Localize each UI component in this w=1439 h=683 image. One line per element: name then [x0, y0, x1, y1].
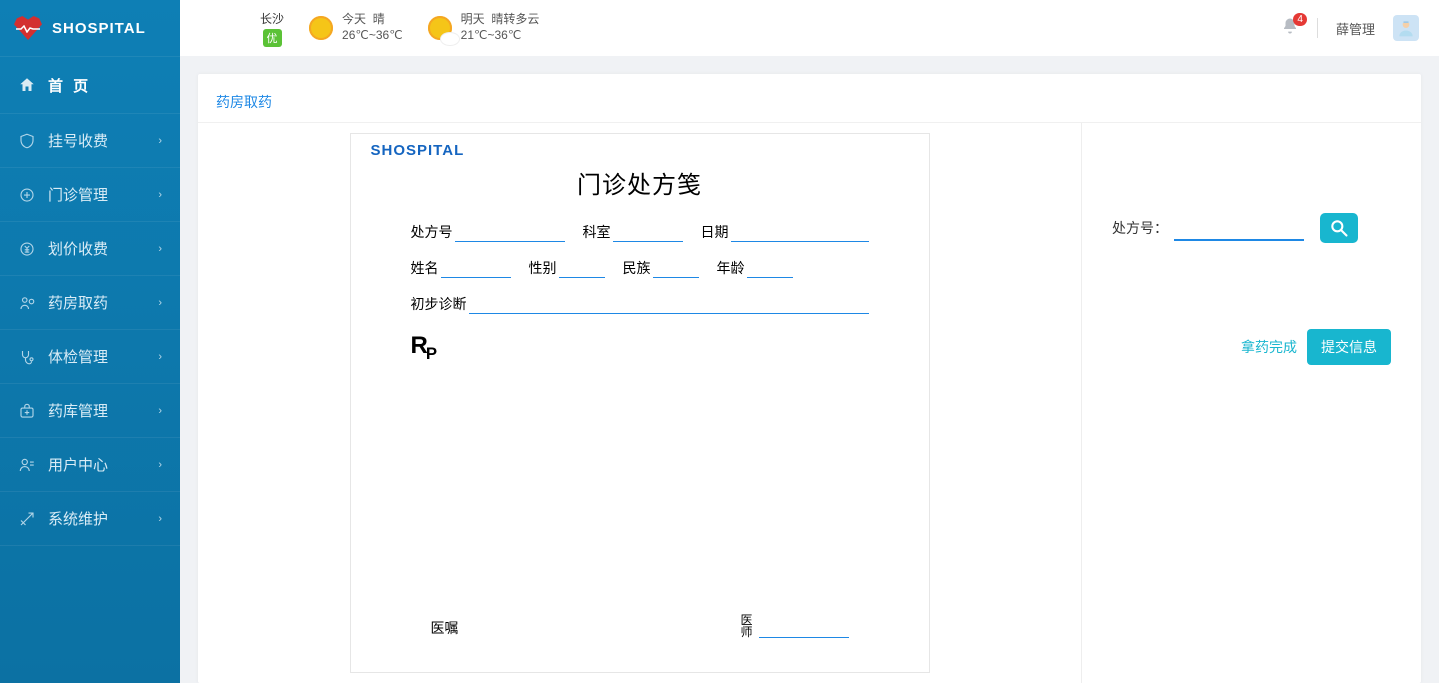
- rx-no-value: [455, 222, 565, 242]
- sidebar-item-pricing[interactable]: 划价收费 ›: [0, 222, 180, 276]
- rx-sex-value: [559, 258, 605, 278]
- home-icon: [18, 76, 36, 94]
- sun-icon: [306, 13, 336, 43]
- sidebar-item-pharmacy[interactable]: 药房取药 ›: [0, 276, 180, 330]
- chevron-right-icon: ›: [158, 405, 162, 417]
- rx-body-area: [371, 364, 909, 614]
- rx-nation-value: [653, 258, 699, 278]
- chevron-right-icon: ›: [158, 513, 162, 525]
- rx-age-label: 年龄: [717, 258, 745, 278]
- sidebar-item-checkup[interactable]: 体检管理 ›: [0, 330, 180, 384]
- sidebar-item-label: 首 页: [48, 75, 162, 96]
- rx-doctor-label: 医师: [740, 614, 752, 638]
- rx-nation-label: 民族: [623, 258, 651, 278]
- sidebar-item-label: 挂号收费: [48, 130, 146, 151]
- search-button[interactable]: [1320, 213, 1358, 243]
- chevron-right-icon: ›: [158, 459, 162, 471]
- weather: 长沙 优 今天 晴 26℃~36℃ 明天 晴转多云 21℃~36℃: [260, 10, 539, 47]
- rx-advice-label: 医嘱: [431, 618, 459, 638]
- rx-doctor-value: [759, 618, 849, 638]
- logo-heart-icon: [14, 16, 42, 40]
- current-user[interactable]: 薛管理: [1336, 19, 1375, 38]
- user-icon: [18, 456, 36, 474]
- rx-dept-value: [613, 222, 683, 242]
- topbar: 长沙 优 今天 晴 26℃~36℃ 明天 晴转多云 21℃~36℃ 4 薛管理: [180, 0, 1439, 56]
- sidebar-item-label: 门诊管理: [48, 184, 146, 205]
- plus-icon: [18, 186, 36, 204]
- shield-icon: [18, 132, 36, 150]
- sidebar-item-register[interactable]: 挂号收费 ›: [0, 114, 180, 168]
- rx-dx-label: 初步诊断: [411, 294, 467, 314]
- panel-title: 药房取药: [198, 74, 1421, 122]
- rx-no-label: 处方号: [411, 222, 453, 242]
- prescription-no-input[interactable]: [1174, 215, 1304, 241]
- sidebar-item-label: 药房取药: [48, 292, 146, 313]
- prescription-pane: SHOSPITAL 门诊处方笺 处方号 科室 日期 姓名 性别 民族 年龄 初: [198, 123, 1081, 683]
- rx-name-value: [441, 258, 511, 278]
- rx-name-label: 姓名: [411, 258, 439, 278]
- logo-text: SHOSPITAL: [52, 20, 146, 37]
- weather-tomorrow: 明天 晴转多云 21℃~36℃: [425, 12, 540, 43]
- medkit-icon: [18, 402, 36, 420]
- stethoscope-icon: [18, 348, 36, 366]
- rx-dx-value: [469, 294, 869, 314]
- rx-date-value: [731, 222, 869, 242]
- search-label: 处方号：: [1112, 218, 1168, 238]
- rx-age-value: [747, 258, 793, 278]
- rx-title: 门诊处方笺: [371, 165, 909, 200]
- sidebar-item-label: 体检管理: [48, 346, 146, 367]
- sidebar-item-label: 系统维护: [48, 508, 146, 529]
- sidebar: SHOSPITAL 首 页 挂号收费 › 门诊管理 › 划价收费 › 药房取药 …: [0, 0, 180, 683]
- notification-count: 4: [1293, 13, 1307, 26]
- divider: [1317, 18, 1318, 38]
- main: 药房取药 SHOSPITAL 门诊处方笺 处方号 科室 日期 姓名 性别 民族 …: [180, 56, 1439, 683]
- avatar[interactable]: [1393, 15, 1419, 41]
- sidebar-item-label: 药库管理: [48, 400, 146, 421]
- sidebar-item-user[interactable]: 用户中心 ›: [0, 438, 180, 492]
- logo: SHOSPITAL: [0, 0, 180, 56]
- chevron-right-icon: ›: [158, 351, 162, 363]
- tools-icon: [18, 510, 36, 528]
- done-link[interactable]: 拿药完成: [1241, 337, 1297, 357]
- sidebar-item-stock[interactable]: 药库管理 ›: [0, 384, 180, 438]
- aqi-badge: 优: [263, 29, 282, 47]
- rx-dept-label: 科室: [583, 222, 611, 242]
- weather-city: 长沙 优: [260, 10, 284, 47]
- city-name: 长沙: [260, 10, 284, 27]
- sidebar-item-system[interactable]: 系统维护 ›: [0, 492, 180, 546]
- action-pane: 处方号： 拿药完成 提交信息: [1081, 123, 1421, 683]
- pharmacy-icon: [18, 294, 36, 312]
- rp-symbol: RP: [411, 332, 909, 364]
- chevron-right-icon: ›: [158, 189, 162, 201]
- submit-button[interactable]: 提交信息: [1307, 329, 1391, 365]
- chevron-right-icon: ›: [158, 243, 162, 255]
- sidebar-item-label: 用户中心: [48, 454, 146, 475]
- rx-sex-label: 性别: [529, 258, 557, 278]
- chevron-right-icon: ›: [158, 297, 162, 309]
- sidebar-item-label: 划价收费: [48, 238, 146, 259]
- rx-brand: SHOSPITAL: [371, 142, 909, 159]
- notifications-button[interactable]: 4: [1281, 17, 1299, 40]
- prescription-sheet: SHOSPITAL 门诊处方笺 处方号 科室 日期 姓名 性别 民族 年龄 初: [350, 133, 930, 673]
- sidebar-item-home[interactable]: 首 页: [0, 56, 180, 114]
- search-icon: [1329, 218, 1349, 238]
- rx-date-label: 日期: [701, 222, 729, 242]
- weather-today: 今天 晴 26℃~36℃: [306, 12, 403, 43]
- chevron-right-icon: ›: [158, 135, 162, 147]
- sun-cloud-icon: [425, 13, 455, 43]
- yuan-icon: [18, 240, 36, 258]
- sidebar-item-outpatient[interactable]: 门诊管理 ›: [0, 168, 180, 222]
- panel: 药房取药 SHOSPITAL 门诊处方笺 处方号 科室 日期 姓名 性别 民族 …: [198, 74, 1421, 683]
